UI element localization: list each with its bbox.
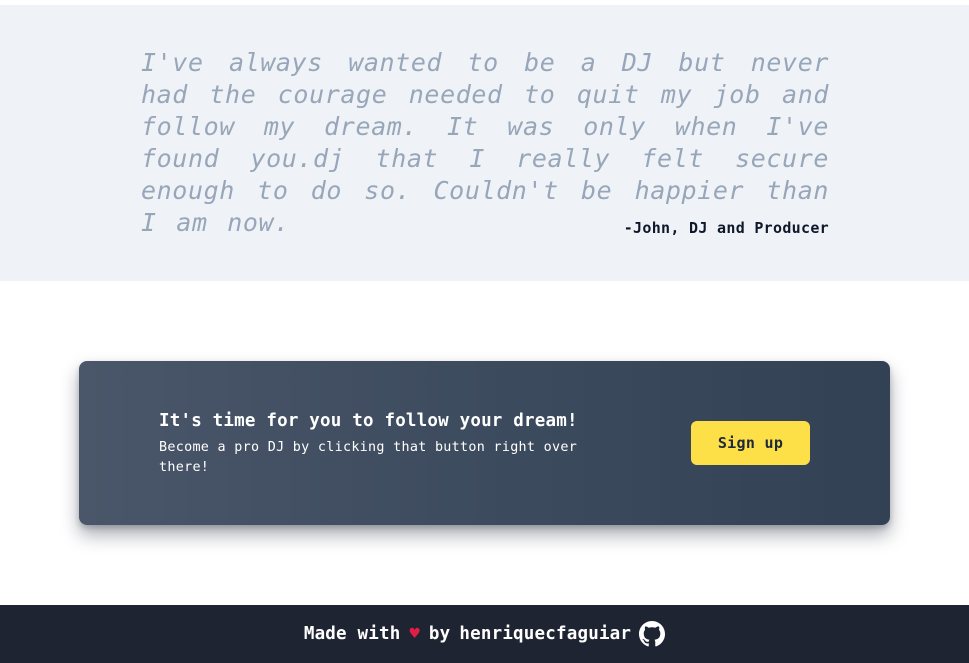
github-icon[interactable] (639, 621, 666, 647)
footer: Made with ♥ by henriquecfaguiar (0, 605, 969, 663)
testimonial-author: -John, DJ and Producer (623, 219, 829, 237)
footer-made-with: Made with (303, 624, 401, 644)
cta-subtitle: Become a pro DJ by clicking that button … (159, 440, 578, 475)
cta-title: It's time for you to follow your dream! (159, 411, 578, 431)
cta-card: It's time for you to follow your dream! … (79, 361, 890, 525)
testimonial-section: I've always wanted to be a DJ but never … (0, 5, 969, 281)
testimonial-quote: I've always wanted to be a DJ but never … (141, 48, 829, 237)
footer-author-link[interactable]: henriquecfaguiar (459, 624, 631, 644)
heart-icon: ♥ (409, 624, 420, 644)
footer-by: by (428, 624, 451, 644)
sign-up-button[interactable]: Sign up (691, 421, 810, 465)
